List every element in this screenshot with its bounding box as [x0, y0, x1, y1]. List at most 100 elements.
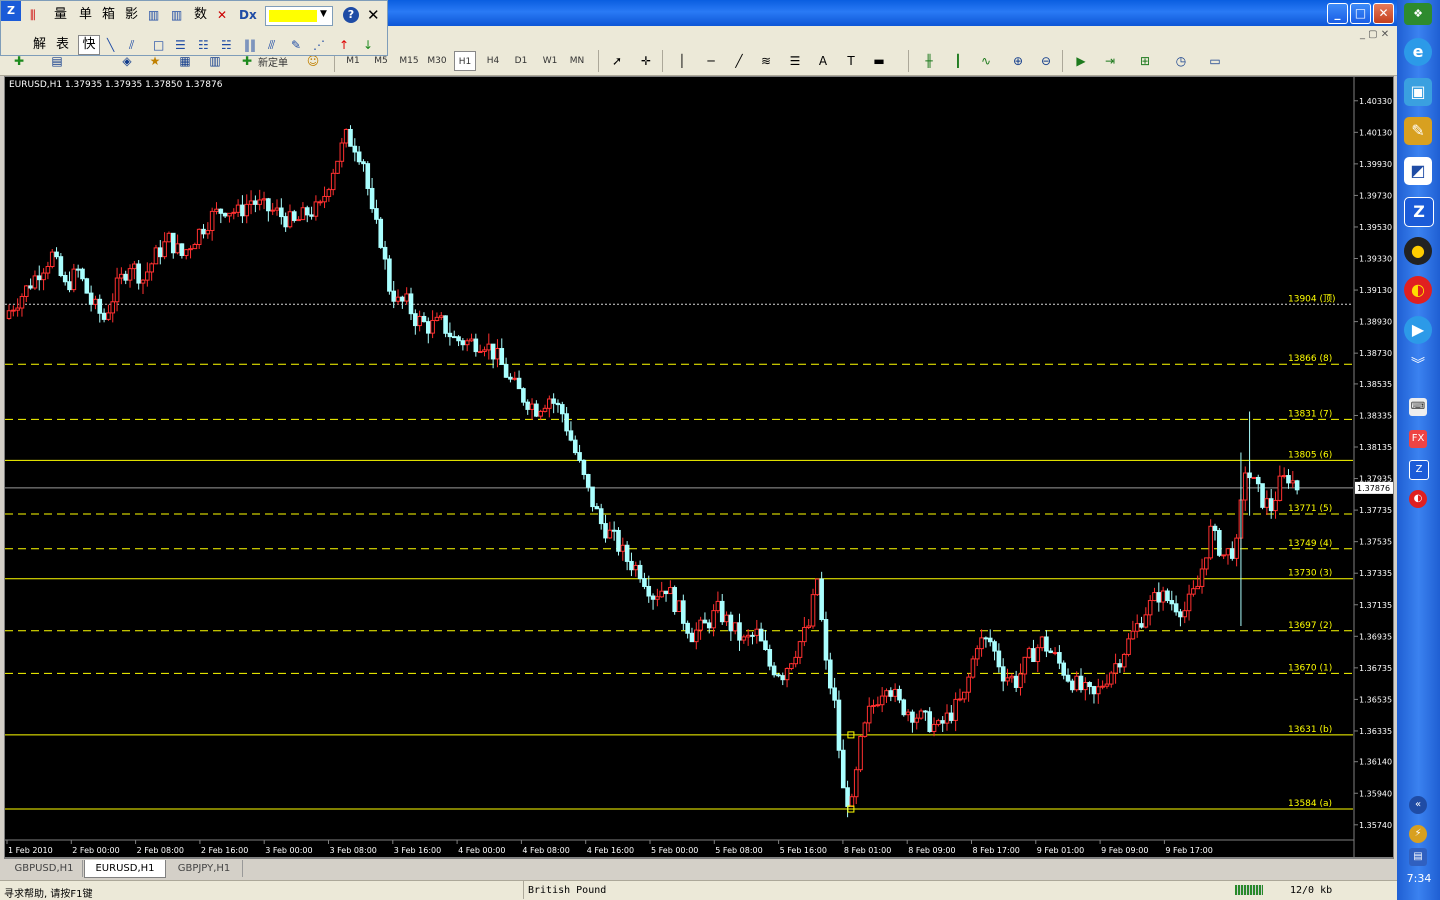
rectangle-tool-icon[interactable]: □	[153, 36, 164, 54]
fan-tool-icon[interactable]: ⋰	[313, 36, 325, 54]
candle-body	[1234, 537, 1239, 559]
price-chart[interactable]: 1.40330 1.40130 1.39930 1.39730 1.39530 1.393…	[5, 77, 1395, 859]
qq-icon[interactable]: ●	[1404, 237, 1432, 265]
close-button[interactable]: ✕	[1373, 3, 1394, 24]
fx-icon[interactable]: FX	[1409, 430, 1427, 448]
vertical-line-icon[interactable]: │	[673, 52, 691, 70]
minimize-button[interactable]: _	[1327, 3, 1348, 24]
panel-btn-shadow[interactable]: 影	[125, 6, 138, 24]
candle-body	[858, 735, 863, 771]
collapse-icon[interactable]: ︾	[1409, 356, 1427, 374]
browser-small-icon[interactable]: ◐	[1409, 490, 1427, 508]
media-player-icon[interactable]: ▶	[1404, 316, 1432, 344]
panel-btn-table[interactable]: 表	[56, 36, 69, 54]
keyboard-icon[interactable]: ⌨	[1409, 398, 1427, 416]
start-icon[interactable]: ❖	[1404, 3, 1432, 25]
candle-body	[387, 258, 392, 292]
periodicity-icon[interactable]: ◷	[1172, 52, 1190, 70]
zoom-in-icon[interactable]: ⊕	[1009, 52, 1027, 70]
zoom-out-icon[interactable]: ⊖	[1037, 52, 1055, 70]
candles-icon[interactable]: ⫼	[30, 6, 36, 24]
arrow-down-icon[interactable]: ↓	[363, 36, 373, 54]
histogram-icon[interactable]: ▥	[171, 6, 182, 24]
timeframe-w1[interactable]: W1	[539, 51, 561, 71]
desktop-sidebar: ❖ e ▣ ✎ ◩ Z ● ◐ ▶ ︾ ⌨ FX Z ◐ « ⚡ ▤ 7:34	[1397, 0, 1440, 900]
panel-btn-single[interactable]: 单	[79, 6, 92, 24]
timeframe-m30[interactable]: M30	[426, 51, 448, 71]
candle-body	[434, 316, 440, 321]
maximize-button[interactable]: □	[1350, 3, 1371, 24]
timeframe-h1[interactable]: H1	[454, 51, 476, 71]
tab-eurusd[interactable]: EURUSD,H1	[84, 860, 166, 878]
candle-body	[23, 285, 29, 297]
templates-icon[interactable]: ▭	[1206, 52, 1224, 70]
pencil-tool-icon[interactable]: ✎	[291, 36, 301, 54]
levels-tool-icon[interactable]: ☵	[221, 36, 232, 54]
help-button[interactable]: ?	[343, 7, 359, 23]
color-picker[interactable]: ▼	[265, 6, 333, 26]
parallel-tool-icon[interactable]: ⫽	[129, 36, 134, 54]
text-icon[interactable]: A	[814, 52, 832, 70]
timeframe-d1[interactable]: D1	[510, 51, 532, 71]
auto-scroll-icon[interactable]: ▶	[1072, 52, 1090, 70]
candle-body	[603, 523, 608, 539]
tray-icon[interactable]: ▤	[1409, 848, 1427, 866]
zhinanzhen-icon[interactable]: Z	[1404, 197, 1434, 227]
panel-btn-solve[interactable]: 解	[33, 36, 46, 54]
zhinanzhen-small-icon[interactable]: Z	[1409, 460, 1429, 480]
crosshair-icon[interactable]: ✛	[637, 52, 655, 70]
paint-icon[interactable]: ✎	[1404, 117, 1432, 145]
dx-icon[interactable]: Dx	[239, 6, 257, 24]
timeframe-m15[interactable]: M15	[398, 51, 420, 71]
cross-icon[interactable]: ✕	[217, 6, 227, 24]
tab-gbpjpy[interactable]: GBPJPY,H1	[166, 860, 243, 877]
arrow-up-icon[interactable]: ↑	[339, 36, 349, 54]
chevron-down-icon[interactable]: ▼	[320, 9, 327, 19]
panel-btn-box[interactable]: 箱	[102, 6, 115, 24]
chart-window[interactable]: 1.40330 1.40130 1.39930 1.39730 1.39530 1.393…	[4, 76, 1395, 859]
candle-body	[374, 208, 379, 220]
channel-tool-icon[interactable]: ⫻	[268, 36, 275, 54]
line-chart-icon[interactable]: ∿	[977, 52, 995, 70]
bars-icon[interactable]: ▥	[148, 6, 159, 24]
mdi-controls[interactable]: _ ▢ ✕	[1360, 29, 1390, 43]
arrows-icon[interactable]: ▬	[870, 52, 888, 70]
candle-body	[317, 201, 323, 204]
fib-expansion-icon[interactable]: ☷	[198, 36, 209, 54]
line-tool-icon[interactable]: ╲	[107, 36, 114, 54]
indicators-icon[interactable]: ⊞	[1136, 52, 1154, 70]
price-axis-label: 1.38535	[1359, 380, 1392, 389]
browser-icon[interactable]: ◐	[1404, 276, 1432, 304]
horizontal-line-icon[interactable]: ─	[702, 52, 720, 70]
candle-body	[1182, 610, 1188, 618]
panel-btn-volume[interactable]: 量	[54, 6, 67, 24]
panel-close-button[interactable]: ✕	[367, 6, 380, 24]
network-icon[interactable]: ⚡	[1409, 825, 1427, 843]
flag-icon[interactable]: ◩	[1404, 157, 1432, 185]
desktop-icon[interactable]: ▣	[1404, 78, 1432, 106]
expand-icon[interactable]: «	[1409, 796, 1427, 814]
internet-explorer-icon[interactable]: e	[1404, 38, 1432, 66]
cycle-lines-icon[interactable]: ‖‖	[244, 36, 256, 54]
status-traffic: 12/0 kb	[1290, 885, 1333, 896]
bar-chart-icon[interactable]: ╫	[920, 52, 938, 70]
cursor-icon[interactable]: ➚	[608, 52, 626, 70]
candle-body	[741, 636, 747, 641]
price-axis-label: 1.36335	[1359, 727, 1392, 736]
timeframe-h4[interactable]: H4	[482, 51, 504, 71]
fibonacci-icon[interactable]: ☰	[786, 52, 804, 70]
candle-body	[892, 688, 898, 697]
panel-btn-number[interactable]: 数	[194, 6, 207, 24]
trendline-icon[interactable]: ╱	[730, 52, 748, 70]
candlestick-icon[interactable]: ┃	[949, 52, 967, 70]
tab-gbpusd[interactable]: GBPUSD,H1	[6, 860, 83, 877]
timeframe-mn[interactable]: MN	[566, 51, 588, 71]
panel-btn-fast[interactable]: 快	[78, 35, 100, 55]
text-label-icon[interactable]: T	[842, 52, 860, 70]
candle-body	[71, 268, 77, 291]
fib-tool-icon[interactable]: ☰	[175, 36, 186, 54]
new-order-button[interactable]: 新定单	[258, 54, 288, 69]
equidistant-channel-icon[interactable]: ≋	[757, 52, 775, 70]
candle-body	[145, 271, 150, 281]
chart-shift-icon[interactable]: ⇥	[1101, 52, 1119, 70]
